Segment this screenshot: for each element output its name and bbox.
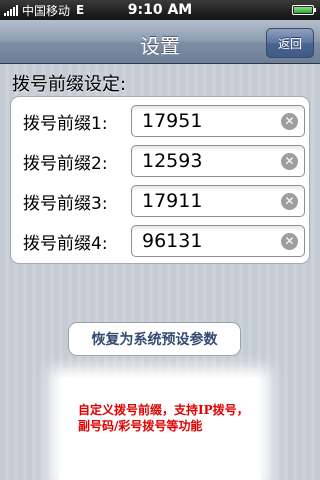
prefix-settings-group: 拨号前缀1: 17951 ✕ 拨号前缀2: 12593 ✕ 拨号前缀3: 179… [10,96,310,264]
prefix-label: 拨号前缀1: [23,113,108,134]
prefix-label: 拨号前缀2: [23,153,108,174]
reset-defaults-button[interactable]: 恢复为系统预设参数 [68,322,241,356]
prefix-value[interactable]: 17911 [142,190,202,212]
clear-icon[interactable]: ✕ [281,113,298,130]
prefix-value[interactable]: 17951 [142,110,202,132]
prefix-input-2[interactable]: 12593 ✕ [131,145,305,177]
prefix-label: 拨号前缀3: [23,193,108,214]
promo-text: 自定义拨号前缀，支持IP拨号，副号码/彩号拨号等功能 [78,403,249,433]
prefix-input-3[interactable]: 17911 ✕ [131,185,305,217]
prefix-label: 拨号前缀4: [23,233,108,254]
navigation-bar: 设置 返回 [0,20,320,64]
prefix-row-1: 拨号前缀1: 17951 ✕ [11,101,311,141]
clear-icon[interactable]: ✕ [281,153,298,170]
prefix-value[interactable]: 12593 [142,150,202,172]
clear-icon[interactable]: ✕ [281,193,298,210]
status-time: 9:10 AM [127,2,193,18]
status-bar: 中国移动 E 9:10 AM [0,0,320,20]
prefix-value[interactable]: 96131 [142,230,202,252]
back-button[interactable]: 返回 [266,28,314,58]
section-title: 拨号前缀设定: [12,74,127,95]
prefix-input-1[interactable]: 17951 ✕ [131,105,305,137]
prefix-row-3: 拨号前缀3: 17911 ✕ [11,181,311,221]
clear-icon[interactable]: ✕ [281,233,298,250]
promo-caption: 自定义拨号前缀，支持IP拨号，副号码/彩号拨号等功能 [60,378,260,480]
prefix-input-4[interactable]: 96131 ✕ [131,225,305,257]
prefix-row-4: 拨号前缀4: 96131 ✕ [11,221,311,261]
prefix-row-2: 拨号前缀2: 12593 ✕ [11,141,311,181]
battery-icon [292,5,316,15]
